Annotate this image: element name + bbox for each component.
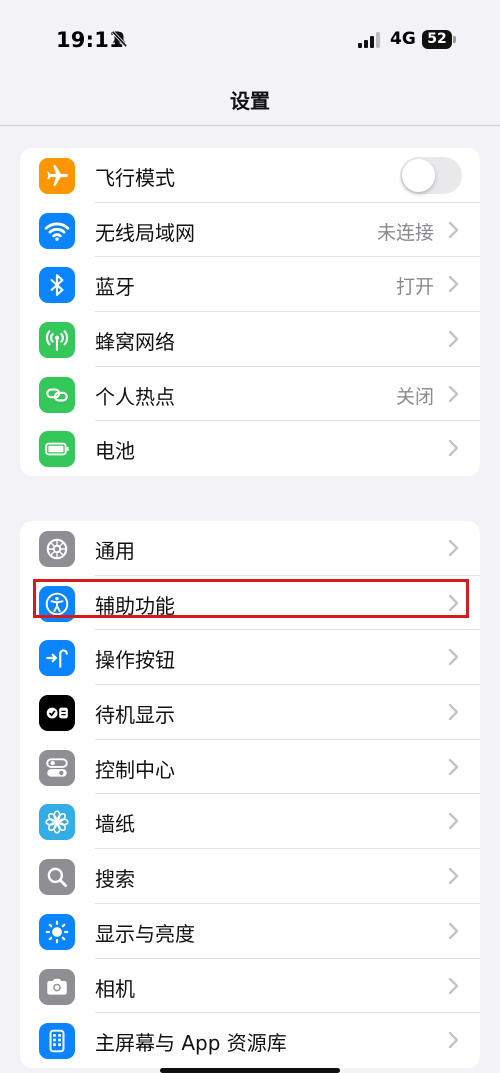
toggle-knob: [402, 159, 435, 192]
battery-icon: [39, 431, 75, 468]
airplane-mode-toggle[interactable]: [400, 157, 462, 194]
home-indicator: [160, 1068, 340, 1073]
row-label: 操作按钮: [95, 648, 175, 673]
row-camera[interactable]: 相机: [20, 959, 480, 1014]
network-type: 4G: [390, 29, 416, 49]
chevron-right-icon: [448, 539, 459, 557]
row-label: 飞行模式: [95, 166, 175, 190]
search-icon: [39, 859, 75, 896]
row-label: 墙纸: [95, 812, 135, 837]
row-value: 打开: [395, 276, 434, 299]
row-wifi[interactable]: 无线局域网 未连接: [20, 203, 480, 258]
row-general[interactable]: 通用: [20, 521, 480, 576]
row-label: 电池: [95, 439, 135, 464]
row-label: 主屏幕与 App 资源库: [95, 1031, 287, 1056]
row-home-screen[interactable]: 主屏幕与 App 资源库: [20, 1013, 480, 1068]
row-label: 通用: [95, 539, 135, 563]
row-label: 控制中心: [95, 757, 175, 782]
row-display-brightness[interactable]: 显示与亮度: [20, 904, 480, 959]
chevron-right-icon: [448, 221, 459, 238]
bell-muted-icon: [111, 30, 128, 48]
row-label: 搜索: [95, 867, 135, 892]
row-standby[interactable]: 待机显示: [20, 685, 480, 740]
accessibility-icon: [39, 585, 75, 622]
battery-indicator: 52: [422, 30, 456, 49]
row-personal-hotspot[interactable]: 个人热点 关闭: [20, 367, 480, 422]
chevron-right-icon: [448, 276, 459, 293]
action-button-icon: [39, 640, 75, 677]
standby-icon: [39, 695, 75, 732]
toggles-icon: [39, 749, 75, 786]
chevron-right-icon: [448, 1031, 459, 1049]
row-label: 辅助功能: [95, 593, 175, 618]
chevron-right-icon: [448, 977, 459, 994]
row-label: 相机: [95, 976, 135, 1001]
row-value: 关闭: [395, 385, 434, 408]
home-screen-icon: [39, 1023, 75, 1060]
chevron-right-icon: [448, 813, 459, 830]
cellular-signal-icon: [358, 32, 380, 48]
sun-icon: [39, 913, 75, 950]
airplane-icon: [39, 158, 75, 194]
status-bar: 19:11 4G 52: [0, 0, 500, 72]
row-label: 待机显示: [95, 703, 175, 728]
wifi-icon: [39, 212, 75, 249]
settings-group-general: 通用 辅助功能 操作按钮 待机显示 控制中心 墙纸 搜索 显示与亮度 相机 主屏…: [20, 521, 480, 1068]
row-action-button[interactable]: 操作按钮: [20, 630, 480, 686]
chevron-right-icon: [448, 385, 459, 402]
chevron-right-icon: [448, 649, 459, 666]
camera-icon: [39, 968, 75, 1005]
row-label: 蓝牙: [95, 275, 135, 300]
row-battery[interactable]: 电池: [20, 421, 480, 476]
chevron-right-icon: [448, 867, 459, 885]
nav-divider: [0, 125, 500, 126]
row-wallpaper[interactable]: 墙纸: [20, 794, 480, 850]
row-label: 个人热点: [95, 384, 175, 409]
row-search[interactable]: 搜索: [20, 849, 480, 904]
row-bluetooth[interactable]: 蓝牙 打开: [20, 257, 480, 313]
chevron-right-icon: [448, 440, 459, 457]
row-accessibility[interactable]: 辅助功能: [20, 576, 480, 631]
row-value: 未连接: [376, 221, 434, 244]
chevron-right-icon: [448, 594, 459, 611]
row-label: 无线局域网: [95, 220, 195, 245]
chevron-right-icon: [448, 758, 459, 775]
row-control-center[interactable]: 控制中心: [20, 740, 480, 795]
row-label: 显示与亮度: [95, 921, 195, 946]
chevron-right-icon: [448, 330, 459, 348]
flower-icon: [39, 804, 75, 841]
gear-icon: [39, 531, 75, 567]
bluetooth-icon: [39, 267, 75, 304]
row-cellular[interactable]: 蜂窝网络: [20, 312, 480, 367]
cellular-antenna-icon: [39, 322, 75, 359]
row-label: 蜂窝网络: [95, 330, 175, 355]
row-airplane-mode[interactable]: 飞行模式: [20, 148, 480, 203]
page-title: 设置: [230, 89, 270, 113]
chevron-right-icon: [448, 703, 459, 721]
hotspot-link-icon: [39, 376, 75, 413]
settings-group-connectivity: 飞行模式 无线局域网 未连接 蓝牙 打开 蜂窝网络 个人热点 关闭 电池: [20, 148, 480, 477]
chevron-right-icon: [448, 922, 459, 940]
